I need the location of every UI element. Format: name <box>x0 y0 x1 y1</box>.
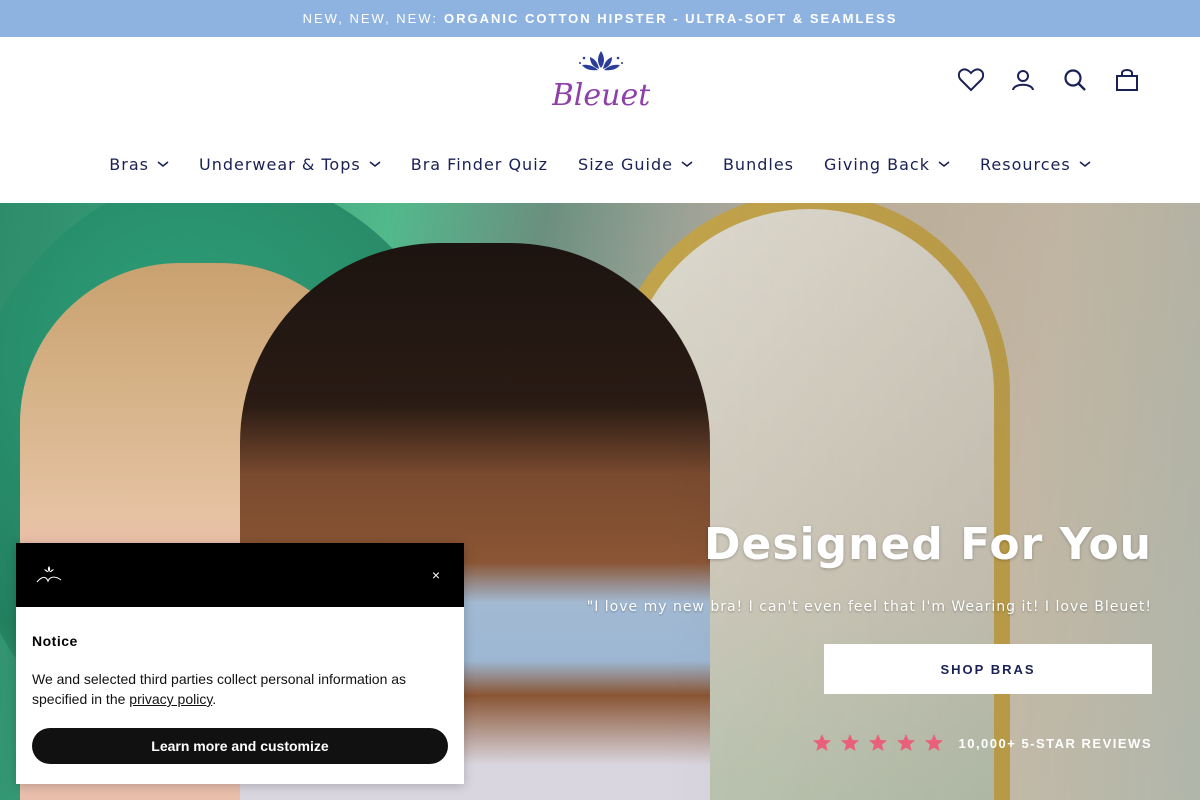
chevron-down-icon <box>1079 161 1091 168</box>
brand-logo-text: Bleuet <box>552 78 650 113</box>
nav-item-bundles[interactable]: Bundles <box>723 151 794 177</box>
star-icon <box>869 734 888 751</box>
nav-item-label: Resources <box>979 154 1071 174</box>
star-rating <box>812 733 944 753</box>
brand-logo-graphic: Bleuet <box>552 51 650 113</box>
heart-icon[interactable] <box>958 67 984 93</box>
nav-item-label: Bra Finder Quiz <box>410 154 549 174</box>
nav-item-label: Underwear & Tops <box>198 154 361 174</box>
consent-body-text: We and selected third parties collect pe… <box>32 671 407 707</box>
nav-item-giving-back[interactable]: Giving Back <box>824 151 950 177</box>
consent-brand-logo <box>34 565 64 585</box>
consent-title: Notice <box>32 633 78 649</box>
chevron-down-icon <box>369 161 381 168</box>
shop-bras-button[interactable]: SHOP BRAS <box>824 644 1152 694</box>
hero-quote: "I love my new bra! I can't even feel th… <box>586 599 1152 615</box>
account-icon[interactable] <box>1010 67 1036 93</box>
header-icons <box>958 67 1140 93</box>
nav-item-label: Size Guide <box>578 154 673 174</box>
star-icon <box>841 734 860 751</box>
close-icon[interactable]: × <box>426 565 446 585</box>
nav-item-size-guide[interactable]: Size Guide <box>578 151 693 177</box>
nav-item-bras[interactable]: Bras <box>109 151 169 177</box>
site-header: Bleuet Bras Underwear & Tops Bra Finder … <box>0 37 1200 203</box>
learn-more-customize-button[interactable]: Learn more and customize <box>32 728 448 764</box>
announcement-bar[interactable]: NEW, NEW, NEW: ORGANIC COTTON HIPSTER - … <box>0 0 1200 37</box>
main-nav: Bras Underwear & Tops Bra Finder Quiz Si… <box>0 151 1200 177</box>
privacy-policy-link[interactable]: privacy policy <box>129 691 212 707</box>
star-icon <box>925 734 944 751</box>
nav-item-underwear-tops[interactable]: Underwear & Tops <box>199 151 381 177</box>
star-icon <box>897 734 916 751</box>
consent-body: We and selected third parties collect pe… <box>32 669 442 709</box>
search-icon[interactable] <box>1062 67 1088 93</box>
nav-item-label: Giving Back <box>824 154 930 174</box>
reviews-summary[interactable]: 10,000+ 5-STAR REVIEWS <box>812 733 1152 753</box>
nav-item-resources[interactable]: Resources <box>980 151 1091 177</box>
nav-item-label: Bras <box>109 154 149 174</box>
consent-body-end: . <box>212 691 217 707</box>
announcement-text[interactable]: ORGANIC COTTON HIPSTER - ULTRA-SOFT & SE… <box>444 11 897 26</box>
consent-header: × <box>16 543 464 607</box>
reviews-count: 10,000+ 5-STAR REVIEWS <box>958 735 1152 751</box>
hero-title: Designed For You <box>703 519 1152 570</box>
nav-item-label: Bundles <box>722 154 794 174</box>
chevron-down-icon <box>681 161 693 168</box>
cart-icon[interactable] <box>1114 67 1140 93</box>
nav-item-bra-finder-quiz[interactable]: Bra Finder Quiz <box>411 151 548 177</box>
consent-dialog: × Notice We and selected third parties c… <box>16 543 464 784</box>
chevron-down-icon <box>938 161 950 168</box>
chevron-down-icon <box>157 161 169 168</box>
announcement-lead: NEW, NEW, NEW: <box>302 11 439 26</box>
star-icon <box>813 734 832 751</box>
brand-logo[interactable]: Bleuet <box>552 49 650 115</box>
